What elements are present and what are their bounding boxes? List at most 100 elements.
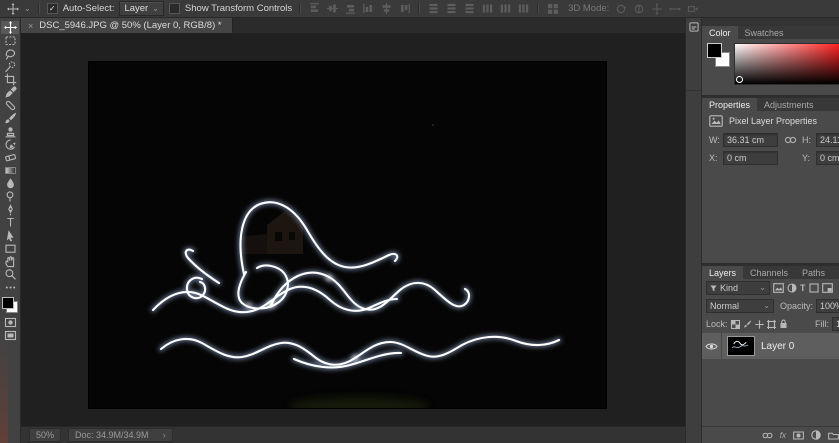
photo-light-painting[interactable] (89, 62, 606, 408)
pen-tool[interactable] (1, 203, 19, 216)
tab-layers[interactable]: Layers (702, 266, 743, 279)
layer-row-layer0[interactable]: Layer 0 (702, 333, 839, 359)
align-bottom-edges-button[interactable] (344, 2, 357, 15)
blur-tool[interactable] (1, 177, 19, 190)
screen-mode-button[interactable] (1, 329, 19, 342)
dodge-tool[interactable] (1, 190, 19, 203)
type-tool[interactable]: T (1, 216, 19, 229)
layer-style-fx-icon[interactable]: fx (780, 431, 786, 440)
distribute-bottom-edges-button[interactable] (463, 2, 476, 15)
blend-mode-dropdown[interactable]: Normal ⌄ (706, 299, 774, 313)
crop-tool[interactable] (1, 73, 19, 86)
auto-align-layers-button[interactable] (546, 2, 559, 15)
edit-toolbar-button[interactable] (1, 281, 19, 294)
distribute-horizontal-centers-button[interactable] (499, 2, 512, 15)
x-field[interactable]: 0 cm (723, 151, 778, 165)
move-tool[interactable] (1, 21, 19, 34)
lock-all-icon[interactable] (779, 319, 788, 329)
filter-pixel-layers-icon[interactable] (773, 283, 784, 293)
width-field[interactable]: 36.31 cm (723, 133, 778, 147)
layer-list: Layer 0 (702, 333, 839, 426)
tab-color[interactable]: Color (702, 26, 738, 39)
spot-healing-brush-tool[interactable] (1, 99, 19, 112)
lock-transparency-icon[interactable] (731, 320, 740, 329)
dock-divider (686, 90, 701, 91)
3d-pan-icon[interactable] (650, 2, 663, 15)
tab-adjustments[interactable]: Adjustments (757, 98, 821, 111)
rectangle-tool[interactable] (1, 242, 19, 255)
align-vertical-centers-button[interactable] (326, 2, 339, 15)
separator (299, 3, 301, 14)
foreground-color-swatch[interactable] (2, 297, 14, 309)
zoom-tool[interactable] (1, 268, 19, 281)
close-tab-icon[interactable]: × (28, 21, 33, 31)
lock-artboard-icon[interactable] (767, 320, 776, 329)
tab-paths[interactable]: Paths (795, 266, 832, 279)
lock-position-icon[interactable] (755, 320, 764, 329)
filter-kind-dropdown[interactable]: Kind ⌄ (706, 281, 770, 295)
new-group-folder-icon[interactable] (828, 431, 839, 440)
status-menu-chevron-icon[interactable]: › (163, 430, 166, 440)
distribute-right-edges-button[interactable] (517, 2, 530, 15)
quick-mask-button[interactable] (1, 316, 19, 329)
eyedropper-tool[interactable] (1, 86, 19, 99)
tab-properties[interactable]: Properties (702, 98, 757, 111)
canvas-workspace[interactable] (21, 33, 685, 426)
clone-stamp-tool[interactable] (1, 125, 19, 138)
link-dimensions-icon[interactable] (782, 136, 798, 144)
color-fg-bg-widget (707, 43, 729, 67)
filter-adjustment-layers-icon[interactable] (787, 283, 797, 293)
layer-name: Layer 0 (761, 341, 794, 352)
lock-pixels-icon[interactable] (743, 320, 752, 329)
lasso-tool[interactable] (1, 47, 19, 60)
history-brush-tool[interactable] (1, 138, 19, 151)
align-left-edges-button[interactable] (362, 2, 375, 15)
y-field[interactable]: 0 cm (816, 151, 839, 165)
3d-roll-icon[interactable] (632, 2, 645, 15)
mode-3d-label: 3D Mode: (568, 3, 609, 14)
align-top-edges-button[interactable] (308, 2, 321, 15)
auto-select-checkbox[interactable]: ✓ (47, 3, 58, 14)
marquee-tool[interactable] (1, 34, 19, 47)
link-layers-icon[interactable] (762, 432, 773, 439)
opacity-dropdown[interactable]: 100% ⌄ (816, 299, 839, 313)
3d-camera-icon[interactable] (686, 2, 699, 15)
filter-type-layers-icon[interactable]: T (800, 283, 806, 293)
add-layer-mask-icon[interactable] (793, 431, 804, 440)
show-transform-checkbox[interactable] (169, 3, 180, 14)
history-panel-icon[interactable] (689, 22, 699, 32)
eraser-tool[interactable] (1, 151, 19, 164)
tab-swatches[interactable]: Swatches (738, 26, 791, 39)
filter-shape-layers-icon[interactable] (809, 283, 819, 293)
distribute-vertical-centers-button[interactable] (445, 2, 458, 15)
height-field[interactable]: 24.11 cm (816, 133, 839, 147)
3d-slide-icon[interactable] (668, 2, 681, 15)
quick-selection-tool[interactable] (1, 60, 19, 73)
document-size-indicator[interactable]: Doc: 34.9M/34.9M › (68, 428, 173, 442)
fill-dropdown[interactable]: 100% ⌄ (832, 317, 839, 331)
distribute-left-edges-button[interactable] (481, 2, 494, 15)
tab-channels[interactable]: Channels (743, 266, 795, 279)
auto-select-dropdown[interactable]: Layer ⌄ (119, 1, 163, 16)
gradient-tool[interactable] (1, 164, 19, 177)
foreground-color-swatch[interactable] (707, 43, 722, 58)
saturation-brightness-picker[interactable] (734, 43, 839, 85)
document-tab[interactable]: × DSC_5946.JPG @ 50% (Layer 0, RGB/8) * (21, 18, 233, 33)
distribute-top-edges-button[interactable] (427, 2, 440, 15)
brush-tool[interactable] (1, 112, 19, 125)
new-adjustment-layer-icon[interactable] (811, 430, 821, 440)
x-label: X: (709, 153, 719, 163)
move-tool-preset-icon[interactable] (6, 2, 19, 15)
layer-visibility-eye-icon[interactable] (702, 333, 722, 359)
path-selection-tool[interactable] (1, 229, 19, 242)
hand-tool[interactable] (1, 255, 19, 268)
filter-smart-objects-icon[interactable] (822, 283, 833, 293)
y-label: Y: (802, 153, 812, 163)
zoom-level-field[interactable]: 50% (29, 428, 61, 442)
tool-preset-caret-icon[interactable]: ⌄ (24, 5, 31, 13)
align-right-edges-button[interactable] (398, 2, 411, 15)
layer-thumbnail[interactable] (727, 336, 755, 356)
3d-orbit-icon[interactable] (614, 2, 627, 15)
night-sky (89, 62, 606, 408)
align-horizontal-centers-button[interactable] (380, 2, 393, 15)
